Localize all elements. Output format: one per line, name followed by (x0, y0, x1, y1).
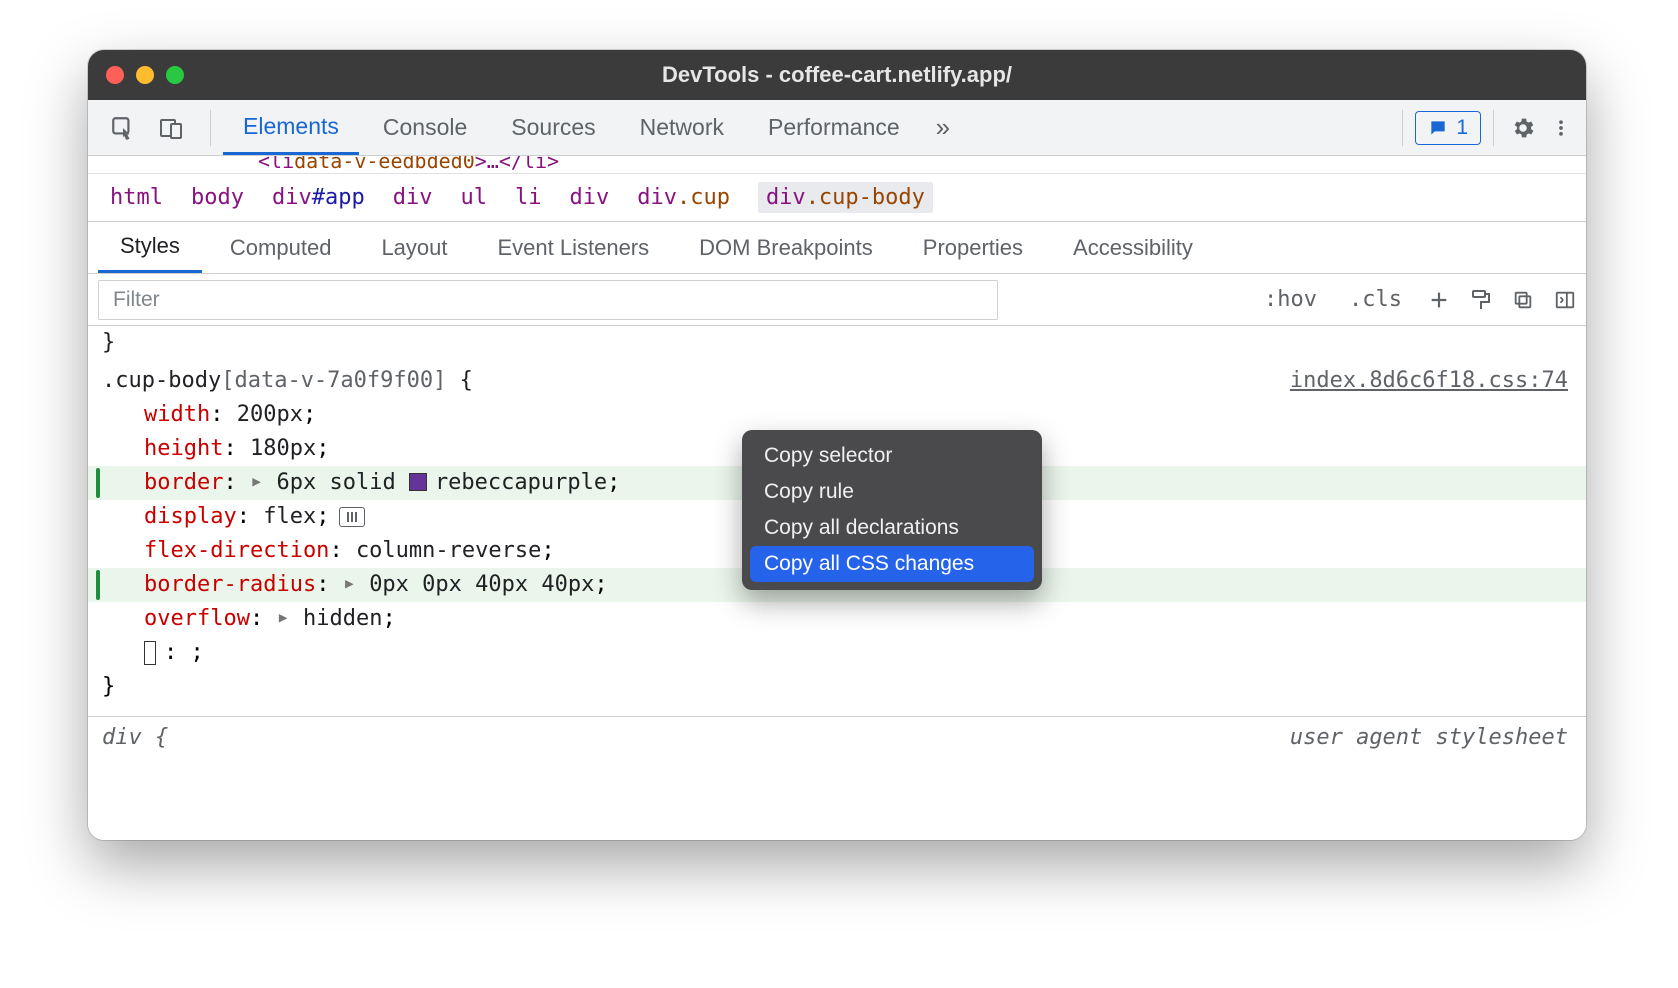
color-swatch-icon[interactable] (409, 473, 427, 491)
tab-performance[interactable]: Performance (748, 100, 920, 155)
breadcrumb-item[interactable]: div#app (272, 185, 365, 210)
paint-format-icon[interactable] (1460, 288, 1502, 312)
divider (1493, 110, 1494, 146)
css-selector[interactable]: .cup-body[data-v-7a0f9f00] { (102, 364, 473, 398)
css-declaration[interactable]: overflow: ▸ hidden; (88, 602, 1586, 636)
breadcrumb-item[interactable]: div (569, 185, 609, 210)
filter-input-wrapper (98, 280, 998, 320)
ua-label: user agent stylesheet (1290, 721, 1568, 755)
subtab-styles[interactable]: Styles (98, 222, 202, 273)
settings-icon[interactable] (1506, 111, 1540, 145)
close-window-icon[interactable] (106, 66, 124, 84)
text-caret-icon (144, 641, 156, 665)
issues-count: 1 (1456, 116, 1468, 140)
styles-tab-strip: StylesComputedLayoutEvent ListenersDOM B… (88, 222, 1586, 274)
prev-rule-close: } (88, 326, 1586, 360)
breadcrumb-item[interactable]: ul (460, 185, 487, 210)
more-tabs-icon[interactable]: » (924, 112, 962, 143)
cls-toggle[interactable]: .cls (1333, 287, 1418, 312)
tab-elements[interactable]: Elements (223, 100, 359, 155)
breadcrumb-item[interactable]: div (393, 185, 433, 210)
subtab-computed[interactable]: Computed (208, 222, 354, 273)
divider (1402, 110, 1403, 146)
titlebar: DevTools - coffee-cart.netlify.app/ (88, 50, 1586, 100)
window-title: DevTools - coffee-cart.netlify.app/ (88, 62, 1586, 88)
context-menu: Copy selectorCopy ruleCopy all declarati… (742, 430, 1042, 590)
filter-input[interactable] (99, 288, 997, 312)
minimize-window-icon[interactable] (136, 66, 154, 84)
kebab-menu-icon[interactable] (1544, 111, 1578, 145)
subtab-properties[interactable]: Properties (901, 222, 1045, 273)
context-menu-item[interactable]: Copy all declarations (750, 510, 1034, 546)
breadcrumb-item[interactable]: html (110, 185, 163, 210)
subtab-accessibility[interactable]: Accessibility (1051, 222, 1215, 273)
flex-editor-icon[interactable] (339, 507, 365, 527)
copy-icon[interactable] (1502, 289, 1544, 311)
subtab-dom-breakpoints[interactable]: DOM Breakpoints (677, 222, 895, 273)
zoom-window-icon[interactable] (166, 66, 184, 84)
css-declaration[interactable]: width: 200px; (88, 398, 1586, 432)
device-toolbar-icon[interactable] (154, 111, 188, 145)
subtab-event-listeners[interactable]: Event Listeners (476, 222, 672, 273)
expand-shorthand-icon[interactable]: ▸ (343, 567, 370, 601)
context-menu-item[interactable]: Copy selector (750, 438, 1034, 474)
rule-close-brace: } (88, 670, 1586, 704)
inspect-element-icon[interactable] (106, 111, 140, 145)
tab-sources[interactable]: Sources (491, 100, 615, 155)
styles-toolbar: :hov .cls (88, 274, 1586, 326)
source-link[interactable]: index.8d6c6f18.css:74 (1290, 364, 1568, 398)
breadcrumb-item[interactable]: div.cup (637, 185, 730, 210)
issues-button[interactable]: 1 (1415, 111, 1481, 145)
breadcrumb-item[interactable]: body (191, 185, 244, 210)
tab-console[interactable]: Console (363, 100, 487, 155)
computed-sidebar-icon[interactable] (1544, 289, 1586, 311)
new-declaration-input[interactable]: : ; (88, 636, 1586, 670)
dom-tree-row[interactable]: <li data-v-eedbded0>…</li> (88, 156, 1586, 174)
breadcrumb-item[interactable]: div.cup-body (758, 182, 933, 213)
breadcrumb: html body div#app div ul li div div.cup div.cup-… (88, 174, 1586, 222)
traffic-lights (106, 66, 184, 84)
new-style-rule-icon[interactable] (1418, 289, 1460, 311)
divider (210, 110, 211, 146)
subtab-layout[interactable]: Layout (359, 222, 469, 273)
expand-shorthand-icon[interactable]: ▸ (276, 601, 303, 635)
ua-selector: div { (102, 721, 168, 755)
tab-network[interactable]: Network (620, 100, 744, 155)
context-menu-item[interactable]: Copy all CSS changes (750, 546, 1034, 582)
main-tab-strip: Elements Console Sources Network Perform… (88, 100, 1586, 156)
context-menu-item[interactable]: Copy rule (750, 474, 1034, 510)
expand-shorthand-icon[interactable]: ▸ (250, 465, 277, 499)
user-agent-rule: div { user agent stylesheet (88, 716, 1586, 755)
breadcrumb-item[interactable]: li (515, 185, 542, 210)
hov-toggle[interactable]: :hov (1248, 287, 1333, 312)
